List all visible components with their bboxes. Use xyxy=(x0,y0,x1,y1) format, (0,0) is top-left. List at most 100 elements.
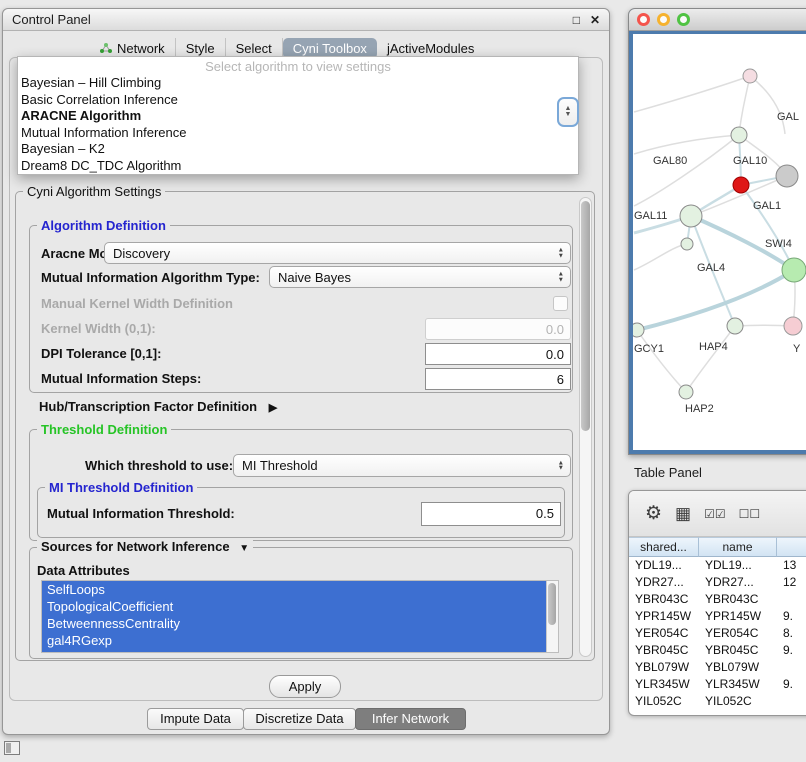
network-view-window: GAL GAL80 GAL10 GAL11 GAL1 SWI4 GAL4 GCY… xyxy=(628,8,806,455)
algorithm-combobox-button[interactable]: ▲ ▼ xyxy=(557,97,579,127)
list-scrollbar-thumb[interactable] xyxy=(548,583,556,625)
cell-shared-name: YBL079W xyxy=(629,659,699,676)
cell-shared-name: YPR145W xyxy=(629,608,699,625)
which-threshold-label: Which threshold to use: xyxy=(85,458,233,473)
network-edge[interactable] xyxy=(634,244,687,270)
zoom-traffic-light-icon[interactable] xyxy=(677,13,690,26)
panel-dock-icon[interactable] xyxy=(4,741,20,755)
list-scrollbar[interactable] xyxy=(546,581,558,652)
cell-value xyxy=(777,659,806,676)
node-label: GAL10 xyxy=(733,155,767,167)
combo-arrows-icon: ▲▼ xyxy=(558,248,564,259)
network-edge[interactable] xyxy=(739,76,750,135)
combo-arrows-icon: ▲▼ xyxy=(558,272,564,283)
table-row[interactable]: YBR043CYBR043C xyxy=(629,591,806,608)
data-attributes-list[interactable]: SelfLoops TopologicalCoefficient Between… xyxy=(41,580,559,653)
cell-value xyxy=(777,591,806,608)
close-traffic-light-icon[interactable] xyxy=(637,13,650,26)
manual-kernel-checkbox[interactable] xyxy=(553,296,568,311)
network-node[interactable] xyxy=(782,258,806,282)
network-node-highlighted[interactable] xyxy=(733,177,749,193)
tab-discretize-data[interactable]: Discretize Data xyxy=(243,708,356,730)
data-attributes-label: Data Attributes xyxy=(37,563,130,578)
table-row[interactable]: YBR045CYBR045C9. xyxy=(629,642,806,659)
kernel-width-field[interactable]: 0.0 xyxy=(425,318,571,340)
deselect-all-checkboxes-icon[interactable]: ☐☐ xyxy=(739,507,761,521)
table-row[interactable]: YPR145WYPR145W9. xyxy=(629,608,806,625)
column-header-clipped[interactable] xyxy=(777,537,806,557)
algorithm-option[interactable]: Dream8 DC_TDC Algorithm xyxy=(18,158,578,175)
cell-name: YLR345W xyxy=(699,676,777,693)
select-all-checkboxes-icon[interactable]: ☑☑ xyxy=(704,507,726,521)
network-node[interactable] xyxy=(679,385,693,399)
table-row[interactable]: YDR27...YDR27...12 xyxy=(629,574,806,591)
mi-threshold-label: Mutual Information Threshold: xyxy=(47,506,235,521)
network-node[interactable] xyxy=(776,165,798,187)
panel-dock-icon-inner xyxy=(6,743,11,753)
network-edge[interactable] xyxy=(741,185,794,270)
network-node[interactable] xyxy=(633,323,644,337)
cell-name: YER054C xyxy=(699,625,777,642)
table-panel-title: Table Panel xyxy=(634,465,702,480)
tab-infer-network[interactable]: Infer Network xyxy=(355,708,466,730)
network-node[interactable] xyxy=(784,317,802,335)
gear-icon[interactable]: ⚙ xyxy=(645,502,662,525)
aracne-mode-select[interactable]: Discovery ▲▼ xyxy=(104,242,571,264)
node-label: GAL1 xyxy=(753,200,781,212)
network-canvas[interactable]: GAL GAL80 GAL10 GAL11 GAL1 SWI4 GAL4 GCY… xyxy=(633,34,806,450)
tab-label: Network xyxy=(117,41,165,56)
sources-section-toggle[interactable]: Sources for Network Inference ▼ xyxy=(37,539,253,554)
which-threshold-select[interactable]: MI Threshold ▲▼ xyxy=(233,454,571,477)
mi-threshold-field[interactable]: 0.5 xyxy=(421,502,561,526)
algorithm-option[interactable]: Bayesian – K2 xyxy=(18,141,578,158)
network-edge[interactable] xyxy=(637,330,686,392)
settings-scrollbar-thumb[interactable] xyxy=(581,201,590,431)
column-header-name[interactable]: name xyxy=(699,537,777,557)
table-row[interactable]: YIL052CYIL052C xyxy=(629,693,806,710)
table-row[interactable]: YER054CYER054C8. xyxy=(629,625,806,642)
network-edge[interactable] xyxy=(686,326,735,392)
table-row[interactable]: YLR345WYLR345W9. xyxy=(629,676,806,693)
table-row[interactable]: YDL19...YDL19...13 xyxy=(629,557,806,574)
hub-section-toggle[interactable]: Hub/Transcription Factor Definition ▶ xyxy=(39,399,277,414)
table-body: YDL19...YDL19...13 YDR27...YDR27...12 YB… xyxy=(629,557,806,715)
algorithm-option-selected[interactable]: ARACNE Algorithm xyxy=(18,108,578,125)
minimize-traffic-light-icon[interactable] xyxy=(657,13,670,26)
list-item[interactable]: BetweennessCentrality xyxy=(42,615,558,632)
cell-name: YDR27... xyxy=(699,574,777,591)
dpi-tolerance-field[interactable]: 0.0 xyxy=(425,343,571,365)
network-node[interactable] xyxy=(681,238,693,250)
mi-steps-field[interactable]: 6 xyxy=(425,368,571,390)
tab-impute-data[interactable]: Impute Data xyxy=(147,708,244,730)
columns-icon[interactable]: ▦ xyxy=(675,504,691,524)
network-node[interactable] xyxy=(727,318,743,334)
mi-threshold-group-title: MI Threshold Definition xyxy=(45,480,197,495)
list-item[interactable]: gal4RGexp xyxy=(42,632,558,649)
network-edge[interactable] xyxy=(634,76,750,112)
list-item[interactable]: SelfLoops xyxy=(42,581,558,598)
cell-value: 13 xyxy=(777,557,806,574)
float-window-icon[interactable]: □ xyxy=(573,13,580,27)
mi-type-select[interactable]: Naive Bayes ▲▼ xyxy=(269,266,571,288)
list-item-clipped[interactable] xyxy=(42,649,558,653)
network-node[interactable] xyxy=(680,205,702,227)
network-edge[interactable] xyxy=(750,76,785,134)
table-row[interactable]: YBL079WYBL079W xyxy=(629,659,806,676)
column-header-shared-name[interactable]: shared... xyxy=(629,537,699,557)
list-item[interactable]: TopologicalCoefficient xyxy=(42,598,558,615)
network-node[interactable] xyxy=(743,69,757,83)
algorithm-option[interactable]: Mutual Information Inference xyxy=(18,125,578,142)
node-label: GAL xyxy=(777,111,799,123)
network-node[interactable] xyxy=(731,127,747,143)
apply-button[interactable]: Apply xyxy=(269,675,341,698)
algorithm-option[interactable]: Bayesian – Hill Climbing xyxy=(18,75,578,92)
close-icon[interactable]: ✕ xyxy=(590,13,600,27)
control-panel-titlebar[interactable]: Control Panel □ ✕ xyxy=(3,9,609,31)
settings-scrollbar[interactable] xyxy=(579,197,592,657)
network-window-titlebar[interactable] xyxy=(629,9,806,31)
collapse-down-icon: ▼ xyxy=(239,543,249,554)
network-edge[interactable] xyxy=(634,135,739,154)
algorithm-option[interactable]: Basic Correlation Inference xyxy=(18,92,578,109)
network-tab-icon xyxy=(99,42,112,54)
algorithm-dropdown-popup: Select algorithm to view settings Bayesi… xyxy=(17,56,579,175)
